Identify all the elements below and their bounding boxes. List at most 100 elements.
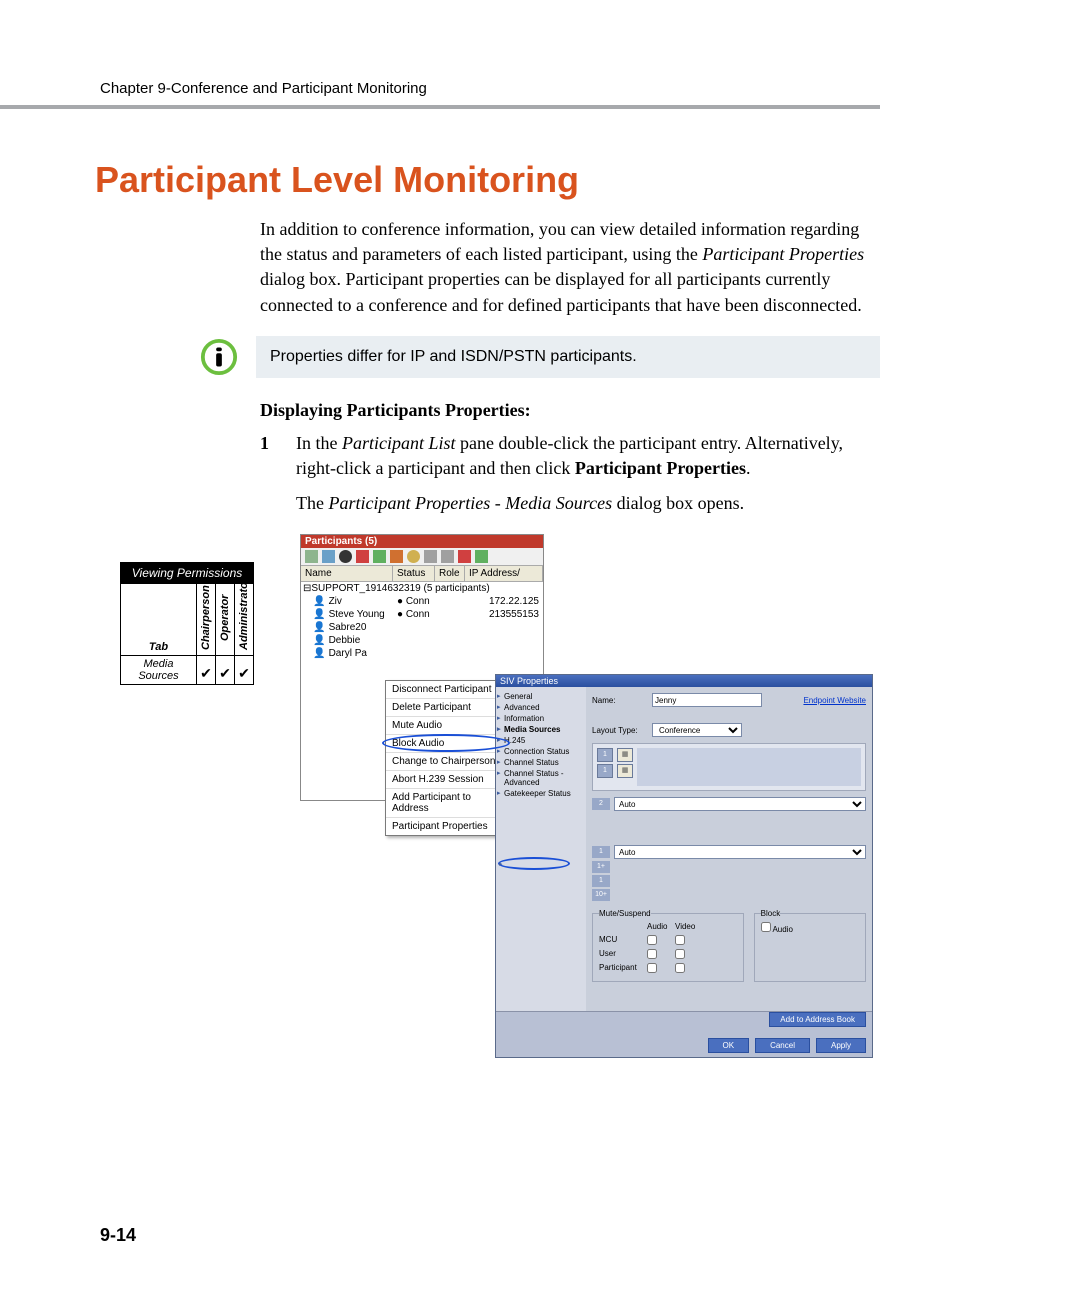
dialog-titlebar[interactable]: SIV Properties — [496, 675, 872, 687]
side-channel-status-adv[interactable]: Channel Status - Advanced — [498, 768, 584, 788]
intro-text-b: Participant Properties — [702, 244, 864, 264]
name-label: Name: — [592, 696, 652, 705]
note-icon — [200, 338, 238, 376]
intro-paragraph: In addition to conference information, y… — [260, 217, 880, 318]
sel-num-4[interactable]: 1 — [592, 875, 610, 887]
participants-toolbar[interactable] — [301, 548, 543, 566]
layout-type-select[interactable]: Conference — [652, 723, 742, 737]
perm-col-1: Operator — [219, 586, 231, 650]
apply-button[interactable]: Apply — [816, 1038, 866, 1053]
layout-btn-1[interactable]: 1 — [597, 748, 613, 762]
page-number: 9-14 — [100, 1225, 136, 1246]
perm-check-0: ✔ — [197, 656, 216, 685]
perm-col-0: Chairperson — [200, 586, 212, 650]
add-address-book-button[interactable]: Add to Address Book — [769, 1012, 866, 1027]
table-row[interactable]: 👤 Sabre20 — [301, 621, 543, 634]
side-general[interactable]: General — [498, 691, 584, 702]
permissions-table: Viewing Permissions Tab Chairperson Oper… — [120, 562, 254, 685]
tb-icon-3[interactable] — [339, 550, 352, 563]
layout-cells — [637, 748, 861, 786]
side-media-sources[interactable]: Media Sources — [498, 724, 584, 735]
user-audio-check[interactable] — [647, 949, 657, 959]
col-role[interactable]: Role — [435, 566, 465, 581]
endpoint-website-link[interactable]: Endpoint Website — [803, 696, 866, 705]
participant-properties-dialog: SIV Properties General Advanced Informat… — [495, 674, 873, 1058]
col-status[interactable]: Status — [393, 566, 435, 581]
chapter-header: Chapter 9-Conference and Participant Mon… — [0, 80, 880, 109]
side-channel-status[interactable]: Channel Status — [498, 757, 584, 768]
tb-icon-9[interactable] — [441, 550, 454, 563]
ok-button[interactable]: OK — [708, 1038, 750, 1053]
context-menu: Disconnect Participant Delete Participan… — [385, 680, 513, 836]
tb-icon-5[interactable] — [373, 550, 386, 563]
sel-num-3[interactable]: 1+ — [592, 861, 610, 873]
participants-group[interactable]: ⊟ SUPPORT_1914632319 (5 participants) — [301, 582, 543, 595]
mcu-video-check[interactable] — [675, 935, 685, 945]
menu-disconnect[interactable]: Disconnect Participant — [386, 681, 512, 699]
perm-tab-label: Tab — [121, 584, 197, 656]
mute-row-mcu: MCU — [599, 935, 647, 945]
auto-select-1[interactable]: Auto — [614, 797, 866, 811]
mcu-audio-check[interactable] — [647, 935, 657, 945]
tb-icon-2[interactable] — [322, 550, 335, 563]
highlight-oval — [382, 734, 510, 752]
participants-title: Participants (5) — [301, 535, 543, 548]
note-box: Properties differ for IP and ISDN/PSTN p… — [256, 336, 880, 378]
participant-audio-check[interactable] — [647, 963, 657, 973]
mute-row-user: User — [599, 949, 647, 959]
tb-icon-4[interactable] — [356, 550, 369, 563]
mute-title: Mute/Suspend — [599, 909, 651, 918]
side-information[interactable]: Information — [498, 713, 584, 724]
menu-abort-h239[interactable]: Abort H.239 Session — [386, 771, 512, 789]
name-input[interactable] — [652, 693, 762, 707]
subheading: Displaying Participants Properties: — [260, 398, 880, 423]
tb-icon-10[interactable] — [458, 550, 471, 563]
block-title: Block — [761, 909, 781, 918]
side-connection-status[interactable]: Connection Status — [498, 746, 584, 757]
layout-btn-3[interactable]: ▦ — [617, 748, 633, 762]
block-audio-label[interactable]: Audio — [761, 925, 793, 934]
page-title: Participant Level Monitoring — [95, 159, 1080, 201]
layout-btn-2[interactable]: 1 — [597, 764, 613, 778]
col-ip[interactable]: IP Address/ — [465, 566, 543, 581]
table-row[interactable]: 👤 Steve Young● Conn213555153 — [301, 608, 543, 621]
auto-select-2[interactable]: Auto — [614, 845, 866, 859]
side-gatekeeper-status[interactable]: Gatekeeper Status — [498, 788, 584, 799]
block-audio-check[interactable] — [761, 922, 771, 932]
sel-num-5[interactable]: 10+ — [592, 889, 610, 901]
menu-add-address[interactable]: Add Participant to Address — [386, 789, 512, 818]
layout-btn-4[interactable]: ▦ — [617, 764, 633, 778]
step-1-text: In the Participant List pane double-clic… — [296, 431, 880, 525]
menu-participant-properties[interactable]: Participant Properties — [386, 818, 512, 835]
sidebar-highlight-oval — [498, 857, 570, 870]
col-name[interactable]: Name — [301, 566, 393, 581]
cancel-button[interactable]: Cancel — [755, 1038, 810, 1053]
menu-delete[interactable]: Delete Participant — [386, 699, 512, 717]
sel-num-1[interactable]: 2 — [592, 798, 610, 810]
participant-video-check[interactable] — [675, 963, 685, 973]
menu-mute[interactable]: Mute Audio — [386, 717, 512, 735]
video-header: Video — [675, 922, 703, 931]
tb-icon-8[interactable] — [424, 550, 437, 563]
dialog-sidebar: General Advanced Information Media Sourc… — [496, 687, 586, 1011]
perm-title: Viewing Permissions — [121, 563, 254, 584]
tb-icon-11[interactable] — [475, 550, 488, 563]
table-row[interactable]: 👤 Ziv● Conn172.22.125 — [301, 595, 543, 608]
table-row[interactable]: 👤 Debbie — [301, 634, 543, 647]
sel-num-2[interactable]: 1 — [592, 846, 610, 858]
perm-col-2: Administrator — [238, 586, 250, 650]
side-advanced[interactable]: Advanced — [498, 702, 584, 713]
menu-chairperson[interactable]: Change to Chairperson — [386, 753, 512, 771]
tb-icon-7[interactable] — [407, 550, 420, 563]
perm-check-1: ✔ — [216, 656, 235, 685]
user-video-check[interactable] — [675, 949, 685, 959]
tb-icon-1[interactable] — [305, 550, 318, 563]
table-row[interactable]: 👤 Daryl Pa — [301, 647, 543, 660]
layout-preview: 1 1 ▦ ▦ — [592, 743, 866, 791]
side-h245[interactable]: H.245 — [498, 735, 584, 746]
audio-header: Audio — [647, 922, 675, 931]
block-box: Block Audio — [754, 909, 866, 982]
mute-row-participant: Participant — [599, 963, 647, 973]
tb-icon-6[interactable] — [390, 550, 403, 563]
perm-check-2: ✔ — [235, 656, 254, 685]
